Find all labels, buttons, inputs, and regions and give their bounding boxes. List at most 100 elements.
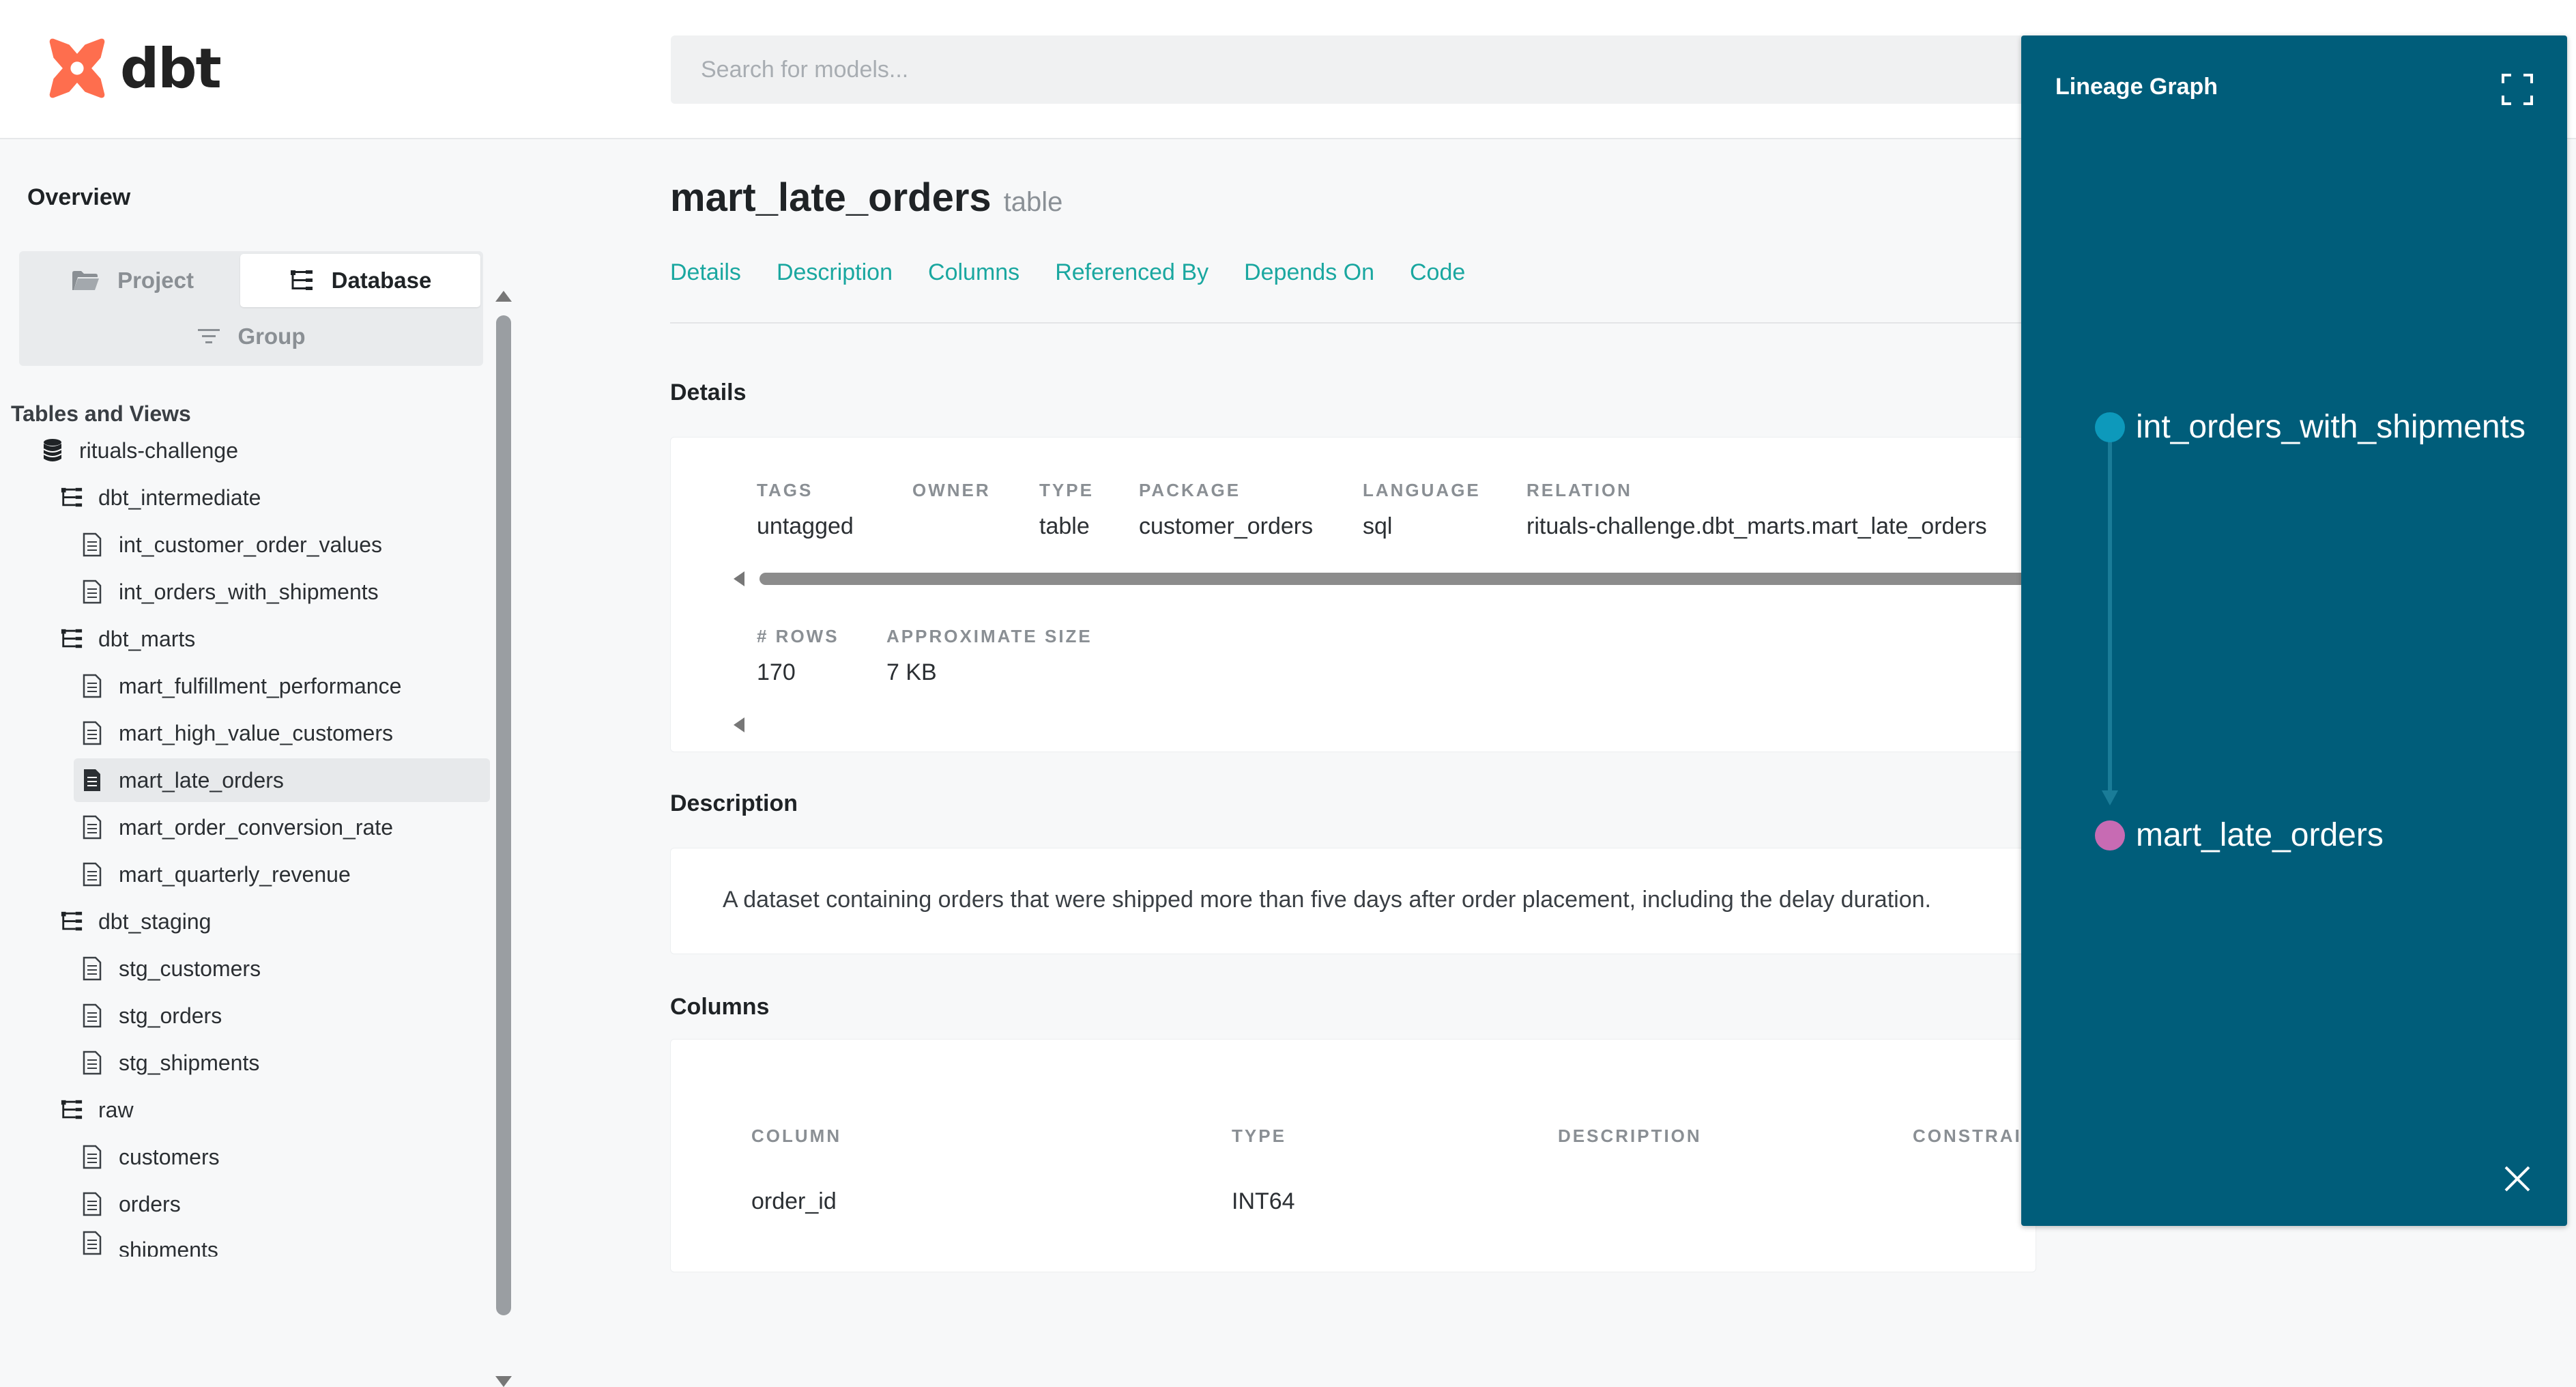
column-name-cell[interactable]: order_id — [751, 1188, 837, 1215]
page-title: mart_late_orders table — [670, 175, 1062, 220]
tree-item-label: dbt_marts — [98, 626, 196, 651]
detail-value: rituals-challenge.dbt_marts.mart_late_or… — [1526, 513, 1987, 539]
tree-item-schema[interactable]: dbt_marts — [60, 617, 195, 661]
document-filled-icon — [81, 767, 104, 794]
hierarchy-icon — [60, 484, 83, 511]
sidebar-scrollbar-thumb[interactable] — [496, 315, 511, 1315]
tab-columns[interactable]: Columns — [928, 259, 1019, 286]
tree-item-label: int_orders_with_shipments — [119, 579, 379, 604]
tab-database-label: Database — [331, 268, 432, 293]
lineage-node-current[interactable] — [2095, 820, 2125, 850]
column-type-cell: INT64 — [1232, 1188, 1295, 1214]
detail-key: TAGS — [757, 480, 813, 500]
tree-item-label: mart_late_orders — [119, 767, 284, 792]
tree-item-model[interactable]: mart_fulfillment_performance — [81, 664, 401, 708]
lineage-edge-arrowhead — [2102, 790, 2118, 805]
lineage-node-upstream[interactable] — [2095, 412, 2125, 442]
detail-type: TYPE table — [1039, 480, 1094, 540]
lineage-node-label[interactable]: int_orders_with_shipments — [2136, 408, 2526, 446]
detail-value: sql — [1363, 513, 1393, 539]
tree-item-model[interactable]: stg_orders — [81, 994, 222, 1038]
document-icon — [81, 531, 104, 558]
tree-item-model[interactable]: customers — [81, 1135, 220, 1179]
detail-value: customer_orders — [1139, 513, 1314, 539]
tree-item-label: int_customer_order_values — [119, 532, 382, 557]
section-tabs: Details Description Columns Referenced B… — [670, 259, 1501, 286]
tree-item-database[interactable]: rituals-challenge — [41, 429, 238, 472]
tab-code[interactable]: Code — [1410, 259, 1465, 286]
tab-referenced-by[interactable]: Referenced By — [1055, 259, 1209, 286]
document-icon — [81, 578, 104, 605]
description-title: Description — [670, 790, 798, 816]
scroll-left-arrow[interactable] — [734, 571, 744, 586]
close-icon[interactable] — [2502, 1163, 2533, 1195]
dbt-logo[interactable]: dbt — [44, 35, 222, 101]
column-header: DESCRIPTION — [1558, 1126, 1702, 1146]
search-input[interactable] — [671, 35, 2036, 104]
tree-item-model[interactable]: orders — [81, 1182, 181, 1226]
scroll-left-arrow[interactable] — [734, 717, 744, 732]
columns-card: COLUMN TYPE DESCRIPTION CONSTRAI order_i… — [670, 1039, 2036, 1272]
tree-item-model[interactable]: int_orders_with_shipments — [81, 570, 379, 614]
tree-item-schema[interactable]: dbt_intermediate — [60, 476, 261, 519]
tab-project[interactable]: Project — [22, 254, 243, 307]
description-text: A dataset containing orders that were sh… — [723, 887, 1931, 913]
tab-details[interactable]: Details — [670, 259, 741, 286]
hierarchy-icon — [60, 908, 83, 935]
lineage-node-label[interactable]: mart_late_orders — [2136, 816, 2384, 854]
tree-item-label: stg_shipments — [119, 1050, 260, 1075]
tree-item-model[interactable]: int_customer_order_values — [81, 523, 382, 567]
tables-views-title: Tables and Views — [11, 401, 191, 426]
column-header: TYPE — [1232, 1126, 1286, 1146]
tree-item-model[interactable]: mart_quarterly_revenue — [81, 853, 351, 896]
scroll-down-arrow[interactable] — [495, 1376, 512, 1387]
tree-item-label: stg_orders — [119, 1003, 222, 1028]
detail-package: PACKAGE customer_orders — [1139, 480, 1313, 540]
hierarchy-icon — [290, 270, 313, 290]
detail-relation: RELATION rituals-challenge.dbt_marts.mar… — [1526, 480, 1987, 540]
tab-depends-on[interactable]: Depends On — [1244, 259, 1374, 286]
model-kind: table — [1003, 187, 1063, 217]
document-icon — [81, 955, 104, 982]
tree-item-label: customers — [119, 1144, 220, 1169]
tab-description[interactable]: Description — [777, 259, 893, 286]
column-header: CONSTRAI — [1913, 1126, 2022, 1146]
detail-key: APPROXIMATE SIZE — [886, 626, 1092, 646]
tree-item-label: mart_high_value_customers — [119, 720, 393, 745]
tree-item-label: raw — [98, 1097, 134, 1122]
document-icon — [81, 1229, 104, 1257]
detail-key: RELATION — [1526, 480, 1632, 500]
detail-key: LANGUAGE — [1363, 480, 1481, 500]
search-bar[interactable] — [671, 35, 2036, 104]
lineage-graph-canvas[interactable] — [2021, 35, 2567, 1226]
sidebar: Overview Project Database Group Tables a… — [0, 139, 519, 1387]
tree-item-model-active[interactable]: mart_late_orders — [74, 758, 490, 802]
detail-value: 170 — [757, 659, 796, 685]
details-horizontal-scrollbar[interactable] — [759, 573, 2042, 585]
document-icon — [81, 719, 104, 747]
main-content: mart_late_orders table Details Descripti… — [519, 139, 2042, 1272]
hierarchy-icon — [60, 625, 83, 653]
tree-item-model[interactable]: mart_high_value_customers — [81, 711, 393, 755]
tree-item-model[interactable]: mart_order_conversion_rate — [81, 805, 393, 849]
tree-item-schema[interactable]: raw — [60, 1088, 134, 1132]
document-icon — [81, 814, 104, 841]
detail-tags: TAGS untagged — [757, 480, 854, 540]
scroll-up-arrow[interactable] — [495, 291, 512, 302]
tree-item-label: mart_order_conversion_rate — [119, 814, 393, 840]
detail-key: TYPE — [1039, 480, 1094, 500]
description-card: A dataset containing orders that were sh… — [670, 848, 2036, 954]
detail-approx-size: APPROXIMATE SIZE 7 KB — [886, 626, 1092, 686]
tab-database[interactable]: Database — [240, 254, 480, 307]
tree-item-model[interactable]: shipments — [81, 1229, 218, 1257]
tab-project-label: Project — [117, 268, 194, 293]
tree-item-model[interactable]: stg_customers — [81, 947, 261, 990]
overview-link[interactable]: Overview — [27, 184, 130, 211]
logo-text: dbt — [120, 36, 222, 100]
tree-item-label: shipments — [119, 1238, 218, 1257]
details-title: Details — [670, 380, 747, 405]
tab-group[interactable]: Group — [22, 310, 480, 363]
folder-icon — [72, 271, 100, 290]
tree-item-schema[interactable]: dbt_staging — [60, 900, 211, 943]
tree-item-model[interactable]: stg_shipments — [81, 1041, 259, 1085]
